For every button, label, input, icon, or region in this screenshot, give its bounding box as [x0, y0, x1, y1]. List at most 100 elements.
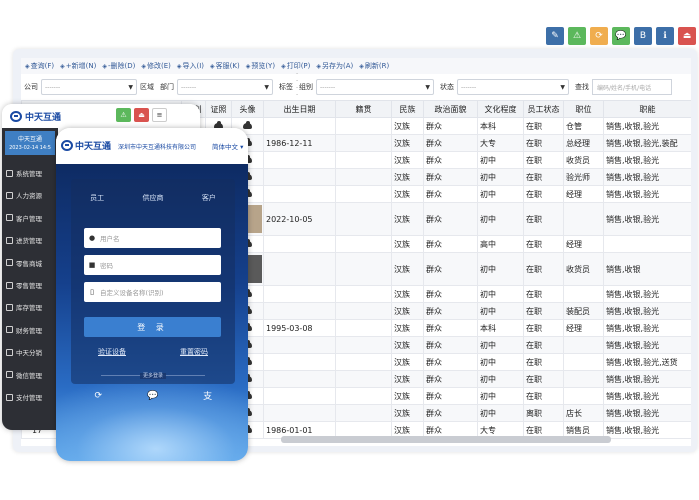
verify-device-link[interactable]: 验证设备	[98, 347, 126, 357]
bell-button[interactable]: ⚠	[568, 27, 586, 45]
login-tabs: 员工 供应商 客户	[71, 193, 235, 203]
info-button[interactable]: ℹ	[656, 27, 674, 45]
search-input[interactable]: 编码/姓名/手机/电话	[592, 79, 672, 95]
group-select[interactable]: ------- ▼	[316, 79, 434, 95]
sidebar-item-label: 零售管理	[16, 282, 42, 290]
column-header[interactable]: 文化程度	[477, 100, 524, 118]
column-header[interactable]: 员工状态	[523, 100, 564, 118]
column-header[interactable]: 证照	[205, 100, 232, 118]
brand-login-icon[interactable]: ⟳	[92, 389, 105, 402]
sidebar-item[interactable]: 客户管理	[2, 207, 58, 229]
native-place-cell	[335, 235, 392, 253]
status-cell: 在职	[523, 252, 564, 286]
column-header[interactable]: 职能	[603, 100, 691, 118]
ethnic-cell: 汉族	[391, 336, 424, 354]
role-cell: 销售,收银,验光,装配	[603, 134, 691, 152]
toolbar-label: 查询(F)	[30, 62, 55, 70]
search-icon: ◈	[25, 62, 30, 70]
ethnic-cell: 汉族	[391, 319, 424, 337]
device-field[interactable]: ▯ 自定义设备名称(识别)	[84, 282, 221, 302]
toolbar-save-button[interactable]: ◈ 另存为(A)	[316, 61, 353, 71]
toolbar-label: -删除(D)	[107, 62, 136, 70]
sidebar-item[interactable]: 微信管理	[2, 364, 58, 386]
position-cell: 经理	[563, 235, 604, 253]
column-header[interactable]: 职位	[563, 100, 604, 118]
sidebar-item[interactable]: 财务管理	[2, 319, 58, 341]
language-select[interactable]: 简体中文 ▾	[212, 141, 243, 151]
reset-password-link[interactable]: 重置密码	[180, 347, 208, 357]
role-cell: 销售,收银,验光	[603, 319, 691, 337]
wechat-button[interactable]: 💬	[612, 27, 630, 45]
birth-date-cell: 1995-03-08	[263, 319, 336, 337]
native-place-cell	[335, 185, 392, 203]
status-cell: 离职	[523, 404, 564, 422]
sidebar-item[interactable]: 库存管理	[2, 296, 58, 318]
sidebar-item-label: 财务管理	[16, 326, 42, 335]
sidebar-item[interactable]: 零售商城	[2, 252, 58, 274]
tab-customer[interactable]: 客户	[202, 193, 216, 203]
sidebar-item[interactable]: 支付管理	[2, 386, 58, 408]
native-place-cell	[335, 370, 392, 388]
wechat-icon[interactable]: 💬	[146, 389, 159, 402]
column-header[interactable]: 政治面貌	[423, 100, 478, 118]
sidebar-item-label: 零售商城	[16, 259, 42, 268]
sidebar-item[interactable]: 零售管理	[2, 274, 58, 296]
position-cell: 仓管	[563, 117, 604, 135]
sidebar-item[interactable]: 系统管理	[2, 162, 58, 184]
education-cell: 初中	[477, 302, 524, 320]
role-cell: 销售,收银,验光	[603, 117, 691, 135]
native-place-cell	[335, 336, 392, 354]
sidebar-item[interactable]: 人力资源	[2, 184, 58, 206]
user-icon: ●	[88, 234, 96, 242]
edit-button[interactable]: ⚠	[116, 108, 131, 122]
education-cell: 初中	[477, 336, 524, 354]
toolbar-label: 刷新(R)	[364, 62, 390, 70]
birth-date-cell: 1986-12-11	[263, 134, 336, 152]
toolbar-refresh-button[interactable]: ◈ 刷新(R)	[359, 61, 389, 71]
tab-supplier[interactable]: 供应商	[142, 193, 163, 203]
logout-button[interactable]: ⏏	[678, 27, 696, 45]
edit-button[interactable]: ✎	[546, 27, 564, 45]
user-box: 中天互通 2023-02-14 14:5	[5, 131, 55, 155]
native-place-cell	[335, 117, 392, 135]
toolbar-import-button[interactable]: ◈ 导入(I)	[177, 61, 204, 71]
lock-icon: ■	[88, 261, 96, 269]
menu-item-icon	[6, 303, 13, 311]
company-select[interactable]: ------- ▼	[41, 79, 137, 95]
toolbar-search-button[interactable]: ◈ 查询(F)	[25, 61, 54, 71]
column-header[interactable]: 头像	[231, 100, 264, 118]
b-button[interactable]: B	[634, 27, 652, 45]
sidebar-item[interactable]: 进货管理	[2, 229, 58, 251]
column-header[interactable]: 民族	[391, 100, 424, 118]
role-cell: 销售,收银,验光	[603, 336, 691, 354]
status-select[interactable]: ------- ▼	[457, 79, 569, 95]
toolbar-service-button[interactable]: ◈ 客服(K)	[210, 61, 240, 71]
toolbar-add-button[interactable]: ◈ +新增(N)	[60, 61, 96, 71]
ethnic-cell: 汉族	[391, 235, 424, 253]
ethnic-cell: 汉族	[391, 387, 424, 405]
username-field[interactable]: ● 用户名	[84, 228, 221, 248]
native-place-cell	[335, 302, 392, 320]
column-header[interactable]: 籍贯	[335, 100, 392, 118]
toolbar-delete-button[interactable]: ◈ -删除(D)	[102, 61, 135, 71]
menu-item-icon	[6, 169, 13, 177]
refresh-button[interactable]: ⟳	[590, 27, 608, 45]
horizontal-scrollbar[interactable]	[281, 436, 611, 443]
alipay-icon[interactable]: 支	[201, 389, 214, 402]
position-cell: 验光师	[563, 168, 604, 186]
tab-employee[interactable]: 员工	[90, 193, 104, 203]
toolbar-edit-button[interactable]: ◈ 修改(E)	[141, 61, 171, 71]
toolbar-preview-button[interactable]: ◈ 预览(Y)	[246, 61, 275, 71]
role-cell: 销售,收银,验光	[603, 185, 691, 203]
password-field[interactable]: ■ 密码	[84, 255, 221, 275]
menu-button[interactable]: ≡	[152, 108, 167, 122]
role-cell: 销售,收银,验光	[603, 151, 691, 169]
login-button[interactable]: 登 录	[84, 317, 221, 337]
education-cell: 初中	[477, 185, 524, 203]
logout-button[interactable]: ⏏	[134, 108, 149, 122]
company-label: 公司	[24, 83, 38, 91]
sidebar-item[interactable]: 中天分销	[2, 341, 58, 363]
column-header[interactable]: 出生日期	[263, 100, 336, 118]
dept-label: 部门	[160, 83, 174, 91]
dept-select[interactable]: ------- ▼	[177, 79, 273, 95]
